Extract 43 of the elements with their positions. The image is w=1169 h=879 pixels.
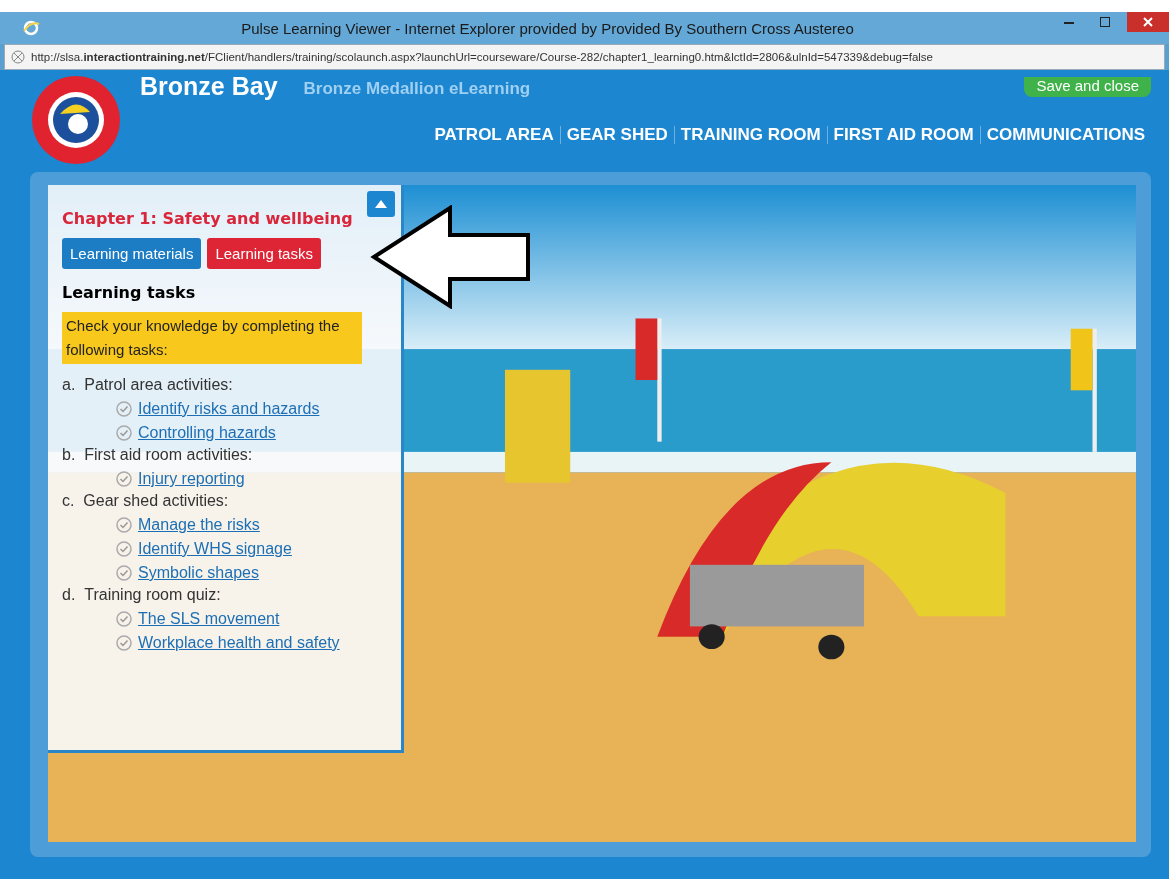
chapter-title: Chapter 1: Safety and wellbeing xyxy=(62,209,354,228)
check-circle-icon xyxy=(116,401,132,417)
task-link[interactable]: Controlling hazards xyxy=(138,424,276,442)
tab[interactable]: Learning tasks xyxy=(207,238,321,269)
task-link[interactable]: Identify WHS signage xyxy=(138,540,292,558)
close-button[interactable] xyxy=(1127,12,1169,32)
highlighted-instruction: Check your knowledge by completing the following tasks: xyxy=(62,312,362,364)
up-triangle-icon xyxy=(374,199,388,209)
task-link[interactable]: Symbolic shapes xyxy=(138,564,259,582)
nav-link[interactable]: TRAINING ROOM xyxy=(674,125,827,145)
site-title: Bronze Bay xyxy=(140,72,278,101)
collapse-button[interactable] xyxy=(367,191,395,217)
nav-link[interactable]: GEAR SHED xyxy=(560,125,674,145)
page-icon xyxy=(11,50,25,64)
address-bar[interactable]: http://slsa.interactiontraining.net/FClient/handlers/training/scolaunch.aspx?launchUrl=courseware/Course-282/chapter1_learning0.htm&lctId=2806&ulnId=547339&debug=false xyxy=(4,44,1165,70)
activity-group-title: d. Training room quiz: xyxy=(62,586,222,604)
task-link[interactable]: Manage the risks xyxy=(138,516,260,534)
maximize-icon xyxy=(1100,17,1110,27)
activity-group-title: b. First aid room activities: xyxy=(62,446,254,464)
check-circle-icon xyxy=(116,635,132,651)
window-title: Pulse Learning Viewer - Internet Explorer provided by Provided By Southern Cross Austereo xyxy=(240,19,855,37)
close-icon xyxy=(1143,17,1153,27)
check-circle-icon xyxy=(116,425,132,441)
task-link[interactable]: Identify risks and hazards xyxy=(138,400,320,418)
browser-logo-icon xyxy=(22,19,40,37)
task-link[interactable]: Injury reporting xyxy=(138,470,245,488)
nav-link[interactable]: COMMUNICATIONS xyxy=(980,125,1151,145)
activity-group-title: c. Gear shed activities: xyxy=(62,492,230,510)
save-and-close-button[interactable]: Save and close xyxy=(1024,76,1151,97)
section-heading: Learning tasks xyxy=(62,283,197,302)
check-circle-icon xyxy=(116,517,132,533)
nav-link[interactable]: FIRST AID ROOM xyxy=(827,125,980,145)
check-circle-icon xyxy=(116,611,132,627)
tab[interactable]: Learning materials xyxy=(62,238,202,269)
task-link[interactable]: Workplace health and safety xyxy=(138,634,340,652)
check-circle-icon xyxy=(116,471,132,487)
url-text: http://slsa.interactiontraining.net/FClient/handlers/training/scolaunch.aspx?launchUrl=courseware/Course-282/chapter1_learning0.htm&lctId=2806&ulnId=547339&debug=false xyxy=(31,51,933,63)
task-link[interactable]: The SLS movement xyxy=(138,610,280,628)
check-circle-icon xyxy=(116,541,132,557)
site-subtitle: Bronze Medallion eLearning xyxy=(303,78,531,99)
nav-link[interactable]: PATROL AREA xyxy=(428,125,560,145)
activity-group-title: a. Patrol area activities: xyxy=(62,376,234,394)
check-circle-icon xyxy=(116,565,132,581)
